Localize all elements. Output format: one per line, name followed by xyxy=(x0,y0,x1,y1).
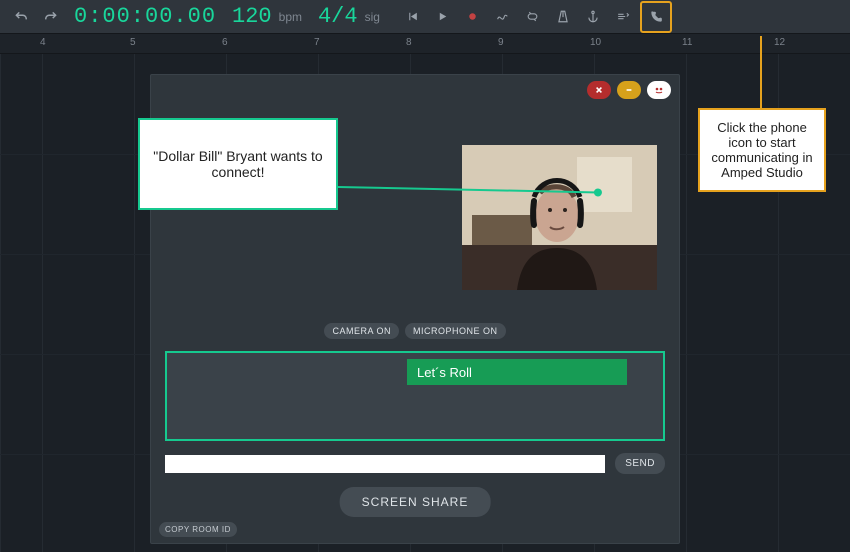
snap-icon[interactable] xyxy=(610,4,636,30)
metronome-icon[interactable] xyxy=(550,4,576,30)
chat-log: Let´s Roll xyxy=(165,351,665,441)
connect-callout-text: "Dollar Bill" Bryant wants to connect! xyxy=(150,148,326,180)
undo-button[interactable] xyxy=(8,4,34,30)
anchor-icon[interactable] xyxy=(580,4,606,30)
time-display: 0:00:00.00 xyxy=(74,4,216,29)
record-button[interactable] xyxy=(460,4,486,30)
ruler-tick: 6 xyxy=(222,37,228,48)
skip-start-button[interactable] xyxy=(400,4,426,30)
chat-message: Let´s Roll xyxy=(407,359,627,385)
panel-close-button[interactable] xyxy=(587,81,611,99)
copy-room-id-button[interactable]: COPY ROOM ID xyxy=(159,522,237,537)
toolbar: 0:00:00.00 120 bpm 4/4 sig xyxy=(0,0,850,34)
phone-hint-callout: Click the phone icon to start communicat… xyxy=(698,108,826,192)
ruler-tick: 5 xyxy=(130,37,136,48)
tempo-value[interactable]: 120 xyxy=(232,4,272,29)
play-button[interactable] xyxy=(430,4,456,30)
chat-input-row: SEND xyxy=(165,453,665,474)
ruler-tick: 9 xyxy=(498,37,504,48)
panel-minimize-button[interactable] xyxy=(617,81,641,99)
time-signature[interactable]: 4/4 xyxy=(318,4,358,29)
ruler-tick: 12 xyxy=(774,37,785,48)
send-button[interactable]: SEND xyxy=(615,453,665,474)
timeline-ruler[interactable]: 4 5 6 7 8 9 10 11 12 xyxy=(0,34,850,54)
ruler-tick: 4 xyxy=(40,37,46,48)
chat-input[interactable] xyxy=(165,455,605,473)
remote-video-frame xyxy=(462,145,657,290)
ruler-tick: 11 xyxy=(682,37,692,48)
phone-button[interactable] xyxy=(643,4,669,30)
camera-toggle[interactable]: CAMERA ON xyxy=(324,323,399,339)
ruler-tick: 10 xyxy=(590,37,601,48)
ruler-tick: 7 xyxy=(314,37,320,48)
phone-hint-text: Click the phone icon to start communicat… xyxy=(711,120,812,180)
tempo-unit-label: bpm xyxy=(279,10,302,24)
automation-icon[interactable] xyxy=(490,4,516,30)
phone-callout-line xyxy=(760,36,762,110)
screen-share-button[interactable]: SCREEN SHARE xyxy=(340,487,491,517)
ruler-tick: 8 xyxy=(406,37,412,48)
signature-unit-label: sig xyxy=(365,10,380,24)
phone-button-highlight xyxy=(640,1,672,33)
loop-button[interactable] xyxy=(520,4,546,30)
connect-callout: "Dollar Bill" Bryant wants to connect! xyxy=(138,118,338,210)
panel-settings-button[interactable] xyxy=(647,81,671,99)
redo-button[interactable] xyxy=(38,4,64,30)
media-toggle-row: CAMERA ON MICROPHONE ON xyxy=(151,323,679,339)
panel-window-controls xyxy=(587,81,671,99)
microphone-toggle[interactable]: MICROPHONE ON xyxy=(405,323,506,339)
